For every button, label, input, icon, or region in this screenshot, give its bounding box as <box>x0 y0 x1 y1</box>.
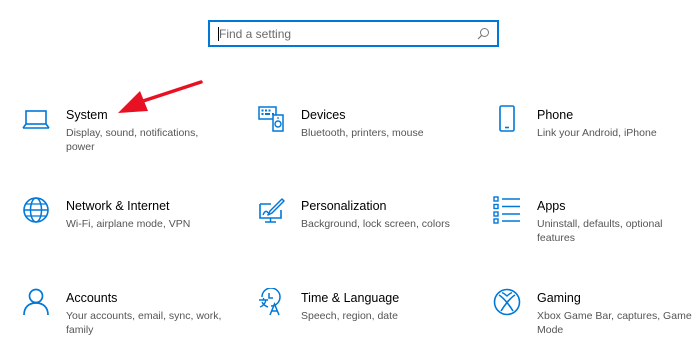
tile-title: Apps <box>537 199 566 213</box>
tile-description: Wi-Fi, airplane mode, VPN <box>66 218 191 230</box>
tile-description: Link your Android, iPhone <box>537 127 657 139</box>
search-input[interactable] <box>219 22 469 45</box>
globe-icon <box>23 197 49 223</box>
laptop-icon <box>22 110 50 129</box>
tile-title: System <box>66 108 108 122</box>
settings-tile-devices[interactable]: Devices Bluetooth, printers, mouse <box>257 105 467 175</box>
settings-tile-gaming[interactable]: Gaming Xbox Game Bar, captures, Game Mod… <box>493 288 700 358</box>
tile-description: Display, sound, notifications, power <box>66 127 199 153</box>
tile-description: Uninstall, defaults, optional features <box>537 218 663 244</box>
settings-tile-phone[interactable]: Phone Link your Android, iPhone <box>493 105 700 175</box>
tile-title: Phone <box>537 108 574 122</box>
tile-description: Background, lock screen, colors <box>301 218 450 230</box>
tile-description: Xbox Game Bar, captures, Game Mode <box>537 310 692 336</box>
tile-description: Your accounts, email, sync, work, family <box>66 310 222 336</box>
tile-description: Speech, region, date <box>301 310 398 322</box>
tile-title: Time & Language <box>301 291 400 305</box>
settings-tile-time-language[interactable]: Time & Language Speech, region, date <box>257 288 467 358</box>
tile-title: Personalization <box>301 199 387 213</box>
tile-title: Devices <box>301 108 346 122</box>
search-icon[interactable] <box>476 27 490 41</box>
xbox-icon <box>493 288 521 316</box>
devices-icon <box>258 106 284 132</box>
apps-icon <box>493 196 520 224</box>
tile-title: Network & Internet <box>66 199 170 213</box>
settings-tile-accounts[interactable]: Accounts Your accounts, email, sync, wor… <box>22 288 232 358</box>
person-icon <box>23 288 49 316</box>
tile-description: Bluetooth, printers, mouse <box>301 127 424 139</box>
search-box[interactable] <box>208 20 499 47</box>
time-language-icon <box>259 288 281 316</box>
settings-tile-personalization[interactable]: Personalization Background, lock screen,… <box>257 196 467 266</box>
tile-title: Gaming <box>537 291 581 305</box>
settings-tile-network[interactable]: Network & Internet Wi-Fi, airplane mode,… <box>22 196 232 266</box>
settings-tile-apps[interactable]: Apps Uninstall, defaults, optional featu… <box>493 196 700 266</box>
tile-title: Accounts <box>66 291 118 305</box>
personalization-icon <box>259 198 285 223</box>
phone-icon <box>499 105 515 132</box>
annotation-arrow <box>118 80 203 113</box>
